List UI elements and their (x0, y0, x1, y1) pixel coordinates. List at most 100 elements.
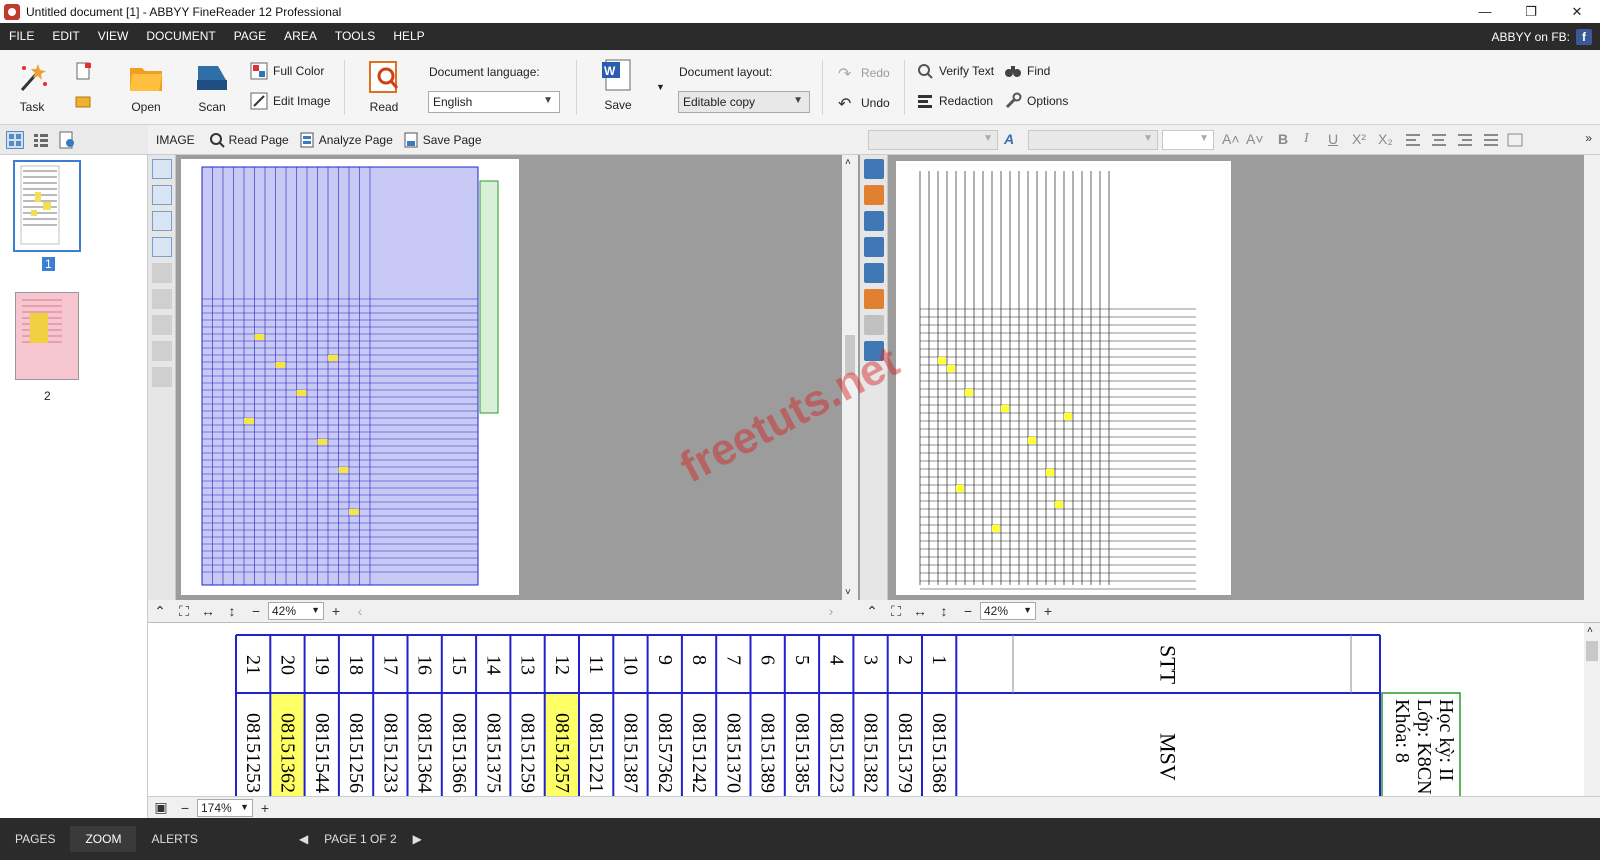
zoom-tab[interactable]: ZOOM (70, 826, 137, 852)
fit-height-icon[interactable]: ↕ (935, 603, 953, 619)
text-tool-4-icon[interactable] (864, 237, 884, 257)
menu-page[interactable]: PAGE (225, 23, 275, 50)
minimize-button[interactable]: — (1462, 0, 1508, 23)
restore-button[interactable]: ❐ (1508, 0, 1554, 23)
fit-page-icon[interactable]: ⛶ (175, 603, 193, 620)
fit-height-icon[interactable]: ↕ (223, 603, 241, 619)
text-tool-3-icon[interactable] (864, 211, 884, 231)
bold-button[interactable]: B (1278, 131, 1288, 147)
zoom-in-icon[interactable]: + (327, 603, 345, 619)
menu-file[interactable]: FILE (0, 23, 43, 50)
font-style-icon[interactable]: A (1004, 131, 1014, 147)
scroll-up-icon[interactable]: ˄ (1587, 625, 1593, 636)
scroll-left-icon[interactable]: ‹ (351, 603, 369, 619)
delete-area-tool-icon[interactable] (152, 289, 172, 309)
expand-toolbar-icon[interactable]: » (1585, 131, 1592, 145)
menu-tools[interactable]: TOOLS (326, 23, 384, 50)
scroll-right-icon[interactable]: › (822, 603, 840, 619)
alerts-tab[interactable]: ALERTS (136, 826, 212, 852)
redo-button[interactable]: ↷ Redo (838, 64, 890, 83)
thumbnail-view-icon[interactable] (6, 131, 24, 149)
open-button[interactable]: Open (128, 60, 164, 114)
decrease-font-button[interactable]: A˅ (1246, 131, 1264, 147)
edit-image-button[interactable]: Edit Image (250, 92, 330, 110)
text-tool-5-icon[interactable] (864, 263, 884, 283)
prev-page-icon[interactable]: ◀ (293, 826, 314, 852)
zoom-settings-icon[interactable]: ▣ (152, 799, 170, 816)
image-zoom-select[interactable]: 42% ▼ (268, 602, 324, 620)
abbyy-on-fb[interactable]: ABBYY on FB: f (1492, 28, 1600, 45)
details-view-icon[interactable] (32, 131, 50, 149)
align-buttons-icon[interactable] (1404, 133, 1534, 147)
zoom-panel-zoom-select[interactable]: 174% ▼ (197, 798, 253, 817)
zoom-out-icon[interactable]: − (247, 603, 265, 619)
increase-font-button[interactable]: A˄ (1222, 131, 1240, 147)
doc-layout-select[interactable]: Editable copy ▼ (678, 91, 810, 113)
doc-language-select[interactable]: English ▼ (428, 91, 560, 113)
font-select[interactable]: ▼ (1028, 130, 1158, 150)
scroll-down-icon[interactable]: ˅ (845, 587, 851, 598)
scroll-up-icon[interactable]: ˄ (845, 157, 851, 168)
read-page-button[interactable]: Read Page (209, 132, 289, 148)
save-page-button[interactable]: Save Page (403, 132, 482, 148)
undo-button[interactable]: ↶ Undo (838, 94, 890, 113)
text-vertical-scrollbar[interactable] (1584, 155, 1600, 600)
fit-width-icon[interactable]: ↔ (911, 603, 929, 619)
recognition-area-tool-icon[interactable] (152, 263, 172, 283)
italic-button[interactable]: I (1304, 131, 1309, 147)
stt-cell: 18 (345, 655, 367, 675)
save-dropdown-chevron-icon[interactable]: ▼ (656, 82, 665, 92)
fit-width-icon[interactable]: ↔ (199, 603, 217, 619)
text-tool-6-icon[interactable] (864, 289, 884, 309)
facebook-icon[interactable]: f (1576, 28, 1592, 45)
menu-view[interactable]: VIEW (89, 23, 138, 50)
underline-button[interactable]: U (1328, 131, 1338, 147)
menu-edit[interactable]: EDIT (43, 23, 88, 50)
text-tool-2-icon[interactable] (864, 185, 884, 205)
zoom-out-icon[interactable]: − (959, 603, 977, 619)
superscript-button[interactable]: X² (1352, 131, 1366, 147)
new-document-button[interactable] (74, 62, 97, 80)
close-button[interactable]: ✕ (1554, 0, 1600, 23)
find-button[interactable]: Find (1004, 62, 1050, 80)
picture-area-tool-icon[interactable] (152, 185, 172, 205)
page-thumbnail-2[interactable] (15, 292, 79, 380)
open-recent-button[interactable] (74, 92, 97, 110)
table-area-tool-icon[interactable] (152, 237, 172, 257)
verify-text-button[interactable]: Verify Text (916, 62, 994, 80)
redaction-button[interactable]: Redaction (916, 92, 993, 110)
zoom-vertical-scrollbar[interactable]: ˄ (1584, 623, 1600, 796)
analyze-page-button[interactable]: Analyze Page (299, 132, 393, 148)
collapse-up-icon[interactable]: ⌃ (151, 603, 169, 620)
order-areas-tool-icon[interactable] (152, 315, 172, 335)
zoom-in-icon[interactable]: + (1039, 603, 1057, 619)
collapse-up-icon[interactable]: ⌃ (863, 603, 881, 620)
zoom-out-icon[interactable]: − (176, 800, 194, 816)
menu-document[interactable]: DOCUMENT (137, 23, 224, 50)
text-zoom-select[interactable]: 42% ▼ (980, 602, 1036, 620)
read-button[interactable]: Read (366, 60, 402, 114)
options-button[interactable]: Options (1004, 92, 1068, 110)
task-button[interactable]: Task (14, 60, 50, 114)
page-thumbnail-1[interactable] (13, 160, 81, 252)
zoom-in-icon[interactable]: + (256, 800, 274, 816)
save-button[interactable]: W Save (600, 58, 636, 112)
scan-button[interactable]: Scan (194, 60, 230, 114)
background-picture-tool-icon[interactable] (152, 211, 172, 231)
hand-tool-icon[interactable] (152, 367, 172, 387)
next-page-icon[interactable]: ▶ (407, 826, 428, 852)
font-size-select[interactable]: ▼ (1162, 130, 1214, 150)
fit-page-icon[interactable]: ⛶ (887, 603, 905, 620)
text-tool-1-icon[interactable] (864, 159, 884, 179)
pages-tab[interactable]: PAGES (0, 826, 70, 852)
zoom-scroll-thumb[interactable] (1586, 641, 1598, 661)
subscript-button[interactable]: X₂ (1378, 131, 1393, 147)
text-tool-7-icon[interactable] (864, 315, 884, 335)
menu-help[interactable]: HELP (384, 23, 433, 50)
page-properties-icon[interactable] (58, 131, 76, 149)
text-area-tool-icon[interactable] (152, 159, 172, 179)
full-color-button[interactable]: Full Color (250, 62, 324, 80)
menu-area[interactable]: AREA (275, 23, 326, 50)
select-tool-icon[interactable] (152, 341, 172, 361)
style-select[interactable]: ▼ (868, 130, 998, 150)
